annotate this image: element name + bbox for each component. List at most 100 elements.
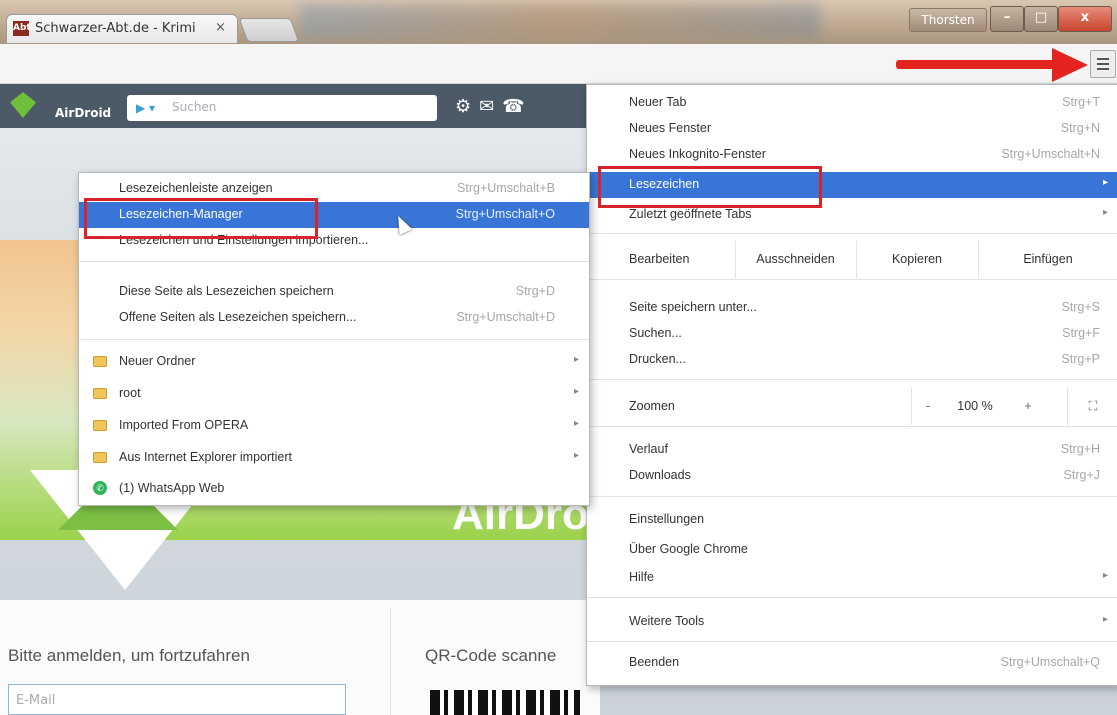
menu-item-label: Drucken... xyxy=(629,352,686,366)
menu-item-label: Suchen... xyxy=(629,326,682,340)
menu-item-shortcut: Strg+Umschalt+O xyxy=(455,207,555,221)
fullscreen-icon[interactable]: ⛶ xyxy=(1067,388,1117,425)
menu-item-label: Offene Seiten als Lesezeichen speichern.… xyxy=(119,310,357,324)
menu-item-shortcut: Strg+Umschalt+B xyxy=(457,181,555,195)
maximize-button[interactable]: □ xyxy=(1024,6,1058,32)
menu-item-save-page[interactable]: Seite speichern unter... Strg+S xyxy=(587,295,1117,321)
hamburger-icon-line xyxy=(1097,68,1109,70)
menu-item-shortcut: Strg+H xyxy=(1060,442,1100,456)
submenu-arrow-icon: ▸ xyxy=(573,354,579,365)
menu-item-label: Neues Fenster xyxy=(629,121,711,135)
menu-item-label: Lesezeichenleiste anzeigen xyxy=(119,181,273,195)
menu-item-find[interactable]: Suchen... Strg+F xyxy=(587,321,1117,347)
search-placeholder: Suchen xyxy=(172,100,217,114)
zoom-level: 100 % xyxy=(957,399,993,413)
menu-separator xyxy=(587,233,1117,234)
submenu-arrow-icon: ▸ xyxy=(573,450,579,461)
menu-item-history[interactable]: Verlauf Strg+H xyxy=(587,437,1117,463)
edit-label-text: Bearbeiten xyxy=(629,252,690,266)
menu-item-exit[interactable]: Beenden Strg+Umschalt+Q xyxy=(587,650,1117,676)
new-tab-button[interactable] xyxy=(238,18,300,42)
menu-item-incognito[interactable]: Neues Inkognito-Fenster Strg+Umschalt+N xyxy=(587,142,1117,168)
chrome-menu-button[interactable] xyxy=(1090,50,1116,78)
tab-title: Schwarzer-Abt.de - Krimi xyxy=(35,21,196,36)
hamburger-icon xyxy=(1097,58,1109,60)
folder-icon xyxy=(93,420,107,431)
edit-label: Bearbeiten xyxy=(587,241,736,278)
menu-item-help[interactable]: Hilfe ▸ xyxy=(587,565,1117,591)
titlebar-background xyxy=(300,4,820,38)
menu-item-label: root xyxy=(119,386,141,400)
hamburger-icon-line xyxy=(1097,63,1109,65)
header-icons[interactable]: ⚙✉☎ xyxy=(455,96,533,117)
menu-separator xyxy=(587,279,1117,280)
submenu-arrow-icon: ▸ xyxy=(1102,570,1108,581)
menu-item-shortcut: Strg+Umschalt+Q xyxy=(1000,655,1100,669)
menu-item-label: Neuer Tab xyxy=(629,95,687,109)
close-window-button[interactable]: x xyxy=(1058,6,1112,32)
play-store-icon: ▶ ▾ xyxy=(136,101,156,115)
menu-separator xyxy=(587,426,1117,427)
login-prompt: Bitte anmelden, um fortzufahren xyxy=(8,646,250,665)
minimize-button[interactable]: – xyxy=(990,6,1024,32)
submenu-arrow-icon: ▸ xyxy=(1102,207,1108,218)
menu-item-more-tools[interactable]: Weitere Tools ▸ xyxy=(587,609,1117,635)
bookmark-item-save-open[interactable]: Offene Seiten als Lesezeichen speichern.… xyxy=(79,305,589,331)
menu-separator xyxy=(79,261,589,262)
bookmark-item-save-page[interactable]: Diese Seite als Lesezeichen speichern St… xyxy=(79,279,589,305)
copy-button[interactable]: Kopieren xyxy=(856,241,979,278)
email-field[interactable]: E-Mail xyxy=(8,684,346,715)
menu-item-new-tab[interactable]: Neuer Tab Strg+T xyxy=(587,90,1117,116)
tab-close-icon[interactable]: × xyxy=(215,20,226,35)
menu-item-shortcut: Strg+D xyxy=(515,284,555,298)
bookmark-folder[interactable]: root ▸ xyxy=(79,381,589,407)
whatsapp-icon: ✆ xyxy=(93,481,107,495)
menu-item-label: Neues Inkognito-Fenster xyxy=(629,147,766,161)
menu-item-shortcut: Strg+Umschalt+D xyxy=(456,310,555,324)
menu-item-new-window[interactable]: Neues Fenster Strg+N xyxy=(587,116,1117,142)
menu-item-shortcut: Strg+P xyxy=(1061,352,1100,366)
airdroid-label: AirDroid xyxy=(55,106,112,120)
submenu-arrow-icon: ▸ xyxy=(573,386,579,397)
menu-item-shortcut: Strg+F xyxy=(1062,326,1100,340)
menu-separator xyxy=(587,641,1117,642)
bookmark-item-whatsapp[interactable]: ✆ (1) WhatsApp Web xyxy=(79,476,589,502)
menu-item-label: Weitere Tools xyxy=(629,614,705,628)
menu-item-label: Zuletzt geöffnete Tabs xyxy=(629,207,752,221)
browser-tab[interactable]: Abt Schwarzer-Abt.de - Krimi × xyxy=(6,14,238,43)
edit-row: Bearbeiten Ausschneiden Kopieren Einfüge… xyxy=(587,241,1117,278)
menu-item-label: Einstellungen xyxy=(629,512,705,526)
bookmark-folder[interactable]: Neuer Ordner ▸ xyxy=(79,349,589,375)
submenu-arrow-icon: ▸ xyxy=(573,418,579,429)
menu-item-label: Aus Internet Explorer importiert xyxy=(119,450,292,464)
menu-item-label: Downloads xyxy=(629,468,691,482)
menu-item-about[interactable]: Über Google Chrome xyxy=(587,537,1117,563)
menu-item-shortcut: Strg+J xyxy=(1063,468,1100,482)
menu-separator xyxy=(587,379,1117,380)
zoom-in-button[interactable]: + xyxy=(1007,388,1049,425)
menu-item-label: Beenden xyxy=(629,655,680,669)
qr-prompt: QR-Code scanne xyxy=(425,646,557,665)
favicon-icon: Abt xyxy=(13,21,31,36)
user-profile-button[interactable]: Thorsten xyxy=(909,8,987,32)
menu-item-downloads[interactable]: Downloads Strg+J xyxy=(587,463,1117,489)
folder-icon xyxy=(93,356,107,367)
red-arrow-head xyxy=(1052,48,1088,82)
search-input[interactable]: ▶ ▾ Suchen xyxy=(127,95,437,121)
bookmark-folder[interactable]: Imported From OPERA ▸ xyxy=(79,413,589,439)
menu-separator xyxy=(79,339,589,340)
menu-item-shortcut: Strg+T xyxy=(1062,95,1100,109)
highlight-box-manager xyxy=(84,198,318,239)
menu-item-settings[interactable]: Einstellungen xyxy=(587,507,1117,533)
zoom-out-button[interactable]: - xyxy=(911,388,944,425)
menu-item-label: Hilfe xyxy=(629,570,655,584)
paste-button[interactable]: Einfügen xyxy=(978,241,1117,278)
cut-button[interactable]: Ausschneiden xyxy=(735,241,857,278)
menu-item-shortcut: Strg+S xyxy=(1061,300,1100,314)
menu-item-label: Imported From OPERA xyxy=(119,418,249,432)
menu-item-print[interactable]: Drucken... Strg+P xyxy=(587,347,1117,373)
menu-item-label: Diese Seite als Lesezeichen speichern xyxy=(119,284,334,298)
folder-icon xyxy=(93,452,107,463)
zoom-row: Zoomen - 100 % + ⛶ xyxy=(587,388,1117,425)
bookmark-folder[interactable]: Aus Internet Explorer importiert ▸ xyxy=(79,445,589,471)
